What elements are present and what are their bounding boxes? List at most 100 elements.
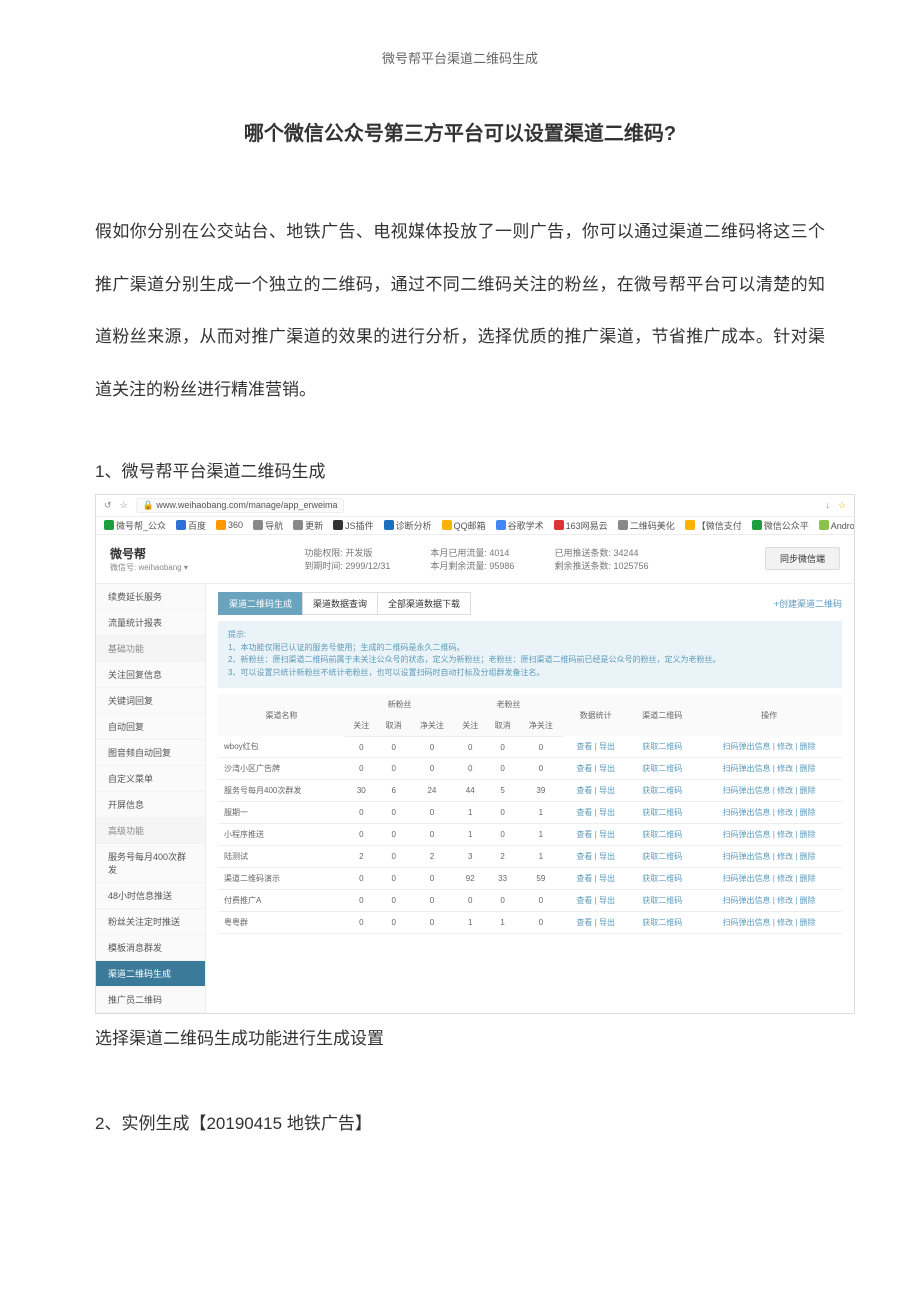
- cell-stats[interactable]: 查看 | 导出: [563, 736, 629, 758]
- cell-value: 0: [345, 736, 377, 758]
- table-row: 陆测试202321查看 | 导出获取二维码扫码弹出信息 | 修改 | 删除: [218, 846, 842, 868]
- section-2-heading: 2、实例生成【20190415 地铁广告】: [95, 1109, 825, 1134]
- sidebar-item[interactable]: 自动回复: [96, 714, 205, 740]
- th-sub: 净关注: [410, 715, 454, 737]
- cell-stats[interactable]: 查看 | 导出: [563, 824, 629, 846]
- cell-stats[interactable]: 查看 | 导出: [563, 802, 629, 824]
- bookmark-item[interactable]: 诊断分析: [384, 519, 432, 532]
- cell-qr[interactable]: 获取二维码: [628, 846, 696, 868]
- bookmark-item[interactable]: 更新: [293, 519, 323, 532]
- bookmark-item[interactable]: 163网易云: [554, 519, 608, 532]
- bookmark-item[interactable]: QQ邮箱: [442, 519, 486, 532]
- chevron-down-icon[interactable]: ▾: [184, 563, 188, 572]
- sidebar-item[interactable]: 自定义菜单: [96, 766, 205, 792]
- back-icon[interactable]: ↺: [104, 500, 112, 511]
- cell-qr[interactable]: 获取二维码: [628, 802, 696, 824]
- cell-stats[interactable]: 查看 | 导出: [563, 890, 629, 912]
- cell-value: 92: [454, 868, 486, 890]
- cell-ops[interactable]: 扫码弹出信息 | 修改 | 删除: [696, 758, 842, 780]
- tip-line-3: 3、可以设置只统计新粉丝不统计老粉丝，也可以设置扫码时自动打标及分组群发备注名。: [228, 667, 832, 680]
- bookmark-item[interactable]: JS插件: [333, 519, 374, 532]
- tip-title: 提示:: [228, 629, 832, 642]
- address-bar[interactable]: 🔒 www.weihaobang.com/manage/app_erweima: [136, 498, 345, 513]
- bookmark-icon: [496, 520, 506, 530]
- tip-box: 提示: 1、本功能仅限已认证的服务号使用；生成的二维码是永久二维码。 2、新粉丝…: [218, 621, 842, 688]
- tab[interactable]: 渠道二维码生成: [218, 592, 303, 615]
- table-row: 沙湾小区广告牌000000查看 | 导出获取二维码扫码弹出信息 | 修改 | 删…: [218, 758, 842, 780]
- bookmark-item[interactable]: 谷歌学术: [496, 519, 544, 532]
- bookmark-item[interactable]: 导航: [253, 519, 283, 532]
- sidebar-item[interactable]: 关键词回复: [96, 688, 205, 714]
- bookmark-icon: [104, 520, 114, 530]
- sidebar-item[interactable]: 开屏信息: [96, 792, 205, 818]
- bookmark-icon: [333, 520, 343, 530]
- cell-ops[interactable]: 扫码弹出信息 | 修改 | 删除: [696, 736, 842, 758]
- cell-qr[interactable]: 获取二维码: [628, 890, 696, 912]
- cell-ops[interactable]: 扫码弹出信息 | 修改 | 删除: [696, 824, 842, 846]
- create-channel-link[interactable]: +创建渠道二维码: [774, 597, 842, 610]
- sync-button[interactable]: 同步微信端: [765, 547, 840, 570]
- cell-qr[interactable]: 获取二维码: [628, 868, 696, 890]
- sidebar-item[interactable]: 关注回复信息: [96, 662, 205, 688]
- cell-value: 0: [377, 802, 409, 824]
- cell-value: 0: [486, 736, 518, 758]
- bookmark-label: 163网易云: [566, 519, 608, 532]
- cell-stats[interactable]: 查看 | 导出: [563, 758, 629, 780]
- cell-qr[interactable]: 获取二维码: [628, 912, 696, 934]
- sidebar-item[interactable]: 续费延长服务: [96, 584, 205, 610]
- bookmark-item[interactable]: Android开: [819, 519, 854, 532]
- cell-stats[interactable]: 查看 | 导出: [563, 780, 629, 802]
- bookmark-label: QQ邮箱: [454, 519, 486, 532]
- bookmark-item[interactable]: 二维码美化: [618, 519, 675, 532]
- table-row: 服务号每月400次群发3062444539查看 | 导出获取二维码扫码弹出信息 …: [218, 780, 842, 802]
- cell-ops[interactable]: 扫码弹出信息 | 修改 | 删除: [696, 890, 842, 912]
- cell-value: 0: [377, 890, 409, 912]
- bookmark-item[interactable]: 微号帮_公众: [104, 519, 166, 532]
- tab[interactable]: 渠道数据查询: [302, 592, 378, 615]
- star-icon[interactable]: ☆: [120, 500, 128, 511]
- cell-qr[interactable]: 获取二维码: [628, 824, 696, 846]
- cell-name: 服务号每月400次群发: [218, 780, 345, 802]
- cell-stats[interactable]: 查看 | 导出: [563, 846, 629, 868]
- cell-value: 1: [454, 912, 486, 934]
- bookmark-item[interactable]: 微信公众平: [752, 519, 809, 532]
- bookmark-item[interactable]: 360: [216, 519, 243, 532]
- cell-qr[interactable]: 获取二维码: [628, 758, 696, 780]
- sidebar-item[interactable]: 推广员二维码: [96, 987, 205, 1013]
- cell-name: 粤粤群: [218, 912, 345, 934]
- cell-value: 0: [377, 824, 409, 846]
- bookmark-item[interactable]: 【微信支付: [685, 519, 742, 532]
- sidebar-item[interactable]: 模板消息群发: [96, 935, 205, 961]
- cell-ops[interactable]: 扫码弹出信息 | 修改 | 删除: [696, 780, 842, 802]
- main-content: 渠道二维码生成渠道数据查询全部渠道数据下载 +创建渠道二维码 提示: 1、本功能…: [206, 584, 854, 1013]
- cell-value: 24: [410, 780, 454, 802]
- cell-value: 5: [486, 780, 518, 802]
- bookmark-label: 百度: [188, 519, 206, 532]
- cell-value: 1: [454, 824, 486, 846]
- download-icon[interactable]: ↓: [825, 500, 830, 510]
- cell-qr[interactable]: 获取二维码: [628, 736, 696, 758]
- sidebar-item[interactable]: 48小时信息推送: [96, 883, 205, 909]
- cell-value: 0: [345, 802, 377, 824]
- th-group-old: 老粉丝: [454, 694, 563, 715]
- cell-name: 陆测试: [218, 846, 345, 868]
- sidebar-item[interactable]: 图音频自动回复: [96, 740, 205, 766]
- intro-paragraph: 假如你分别在公交站台、地铁广告、电视媒体投放了一则广告，你可以通过渠道二维码将这…: [95, 206, 825, 417]
- tab[interactable]: 全部渠道数据下载: [377, 592, 471, 615]
- sidebar-item-active[interactable]: 渠道二维码生成: [96, 961, 205, 987]
- sidebar-item[interactable]: 流量统计报表: [96, 610, 205, 636]
- bookmark-icon: [442, 520, 452, 530]
- cell-ops[interactable]: 扫码弹出信息 | 修改 | 删除: [696, 868, 842, 890]
- cell-stats[interactable]: 查看 | 导出: [563, 912, 629, 934]
- sidebar-item[interactable]: 粉丝关注定时推送: [96, 909, 205, 935]
- bookmark-item[interactable]: 百度: [176, 519, 206, 532]
- bookmark-star-icon[interactable]: ☆: [838, 500, 846, 511]
- cell-value: 0: [454, 758, 486, 780]
- sidebar-item[interactable]: 服务号每月400次群发: [96, 844, 205, 883]
- cell-value: 0: [410, 868, 454, 890]
- cell-ops[interactable]: 扫码弹出信息 | 修改 | 删除: [696, 802, 842, 824]
- cell-ops[interactable]: 扫码弹出信息 | 修改 | 删除: [696, 912, 842, 934]
- cell-stats[interactable]: 查看 | 导出: [563, 868, 629, 890]
- cell-ops[interactable]: 扫码弹出信息 | 修改 | 删除: [696, 846, 842, 868]
- cell-qr[interactable]: 获取二维码: [628, 780, 696, 802]
